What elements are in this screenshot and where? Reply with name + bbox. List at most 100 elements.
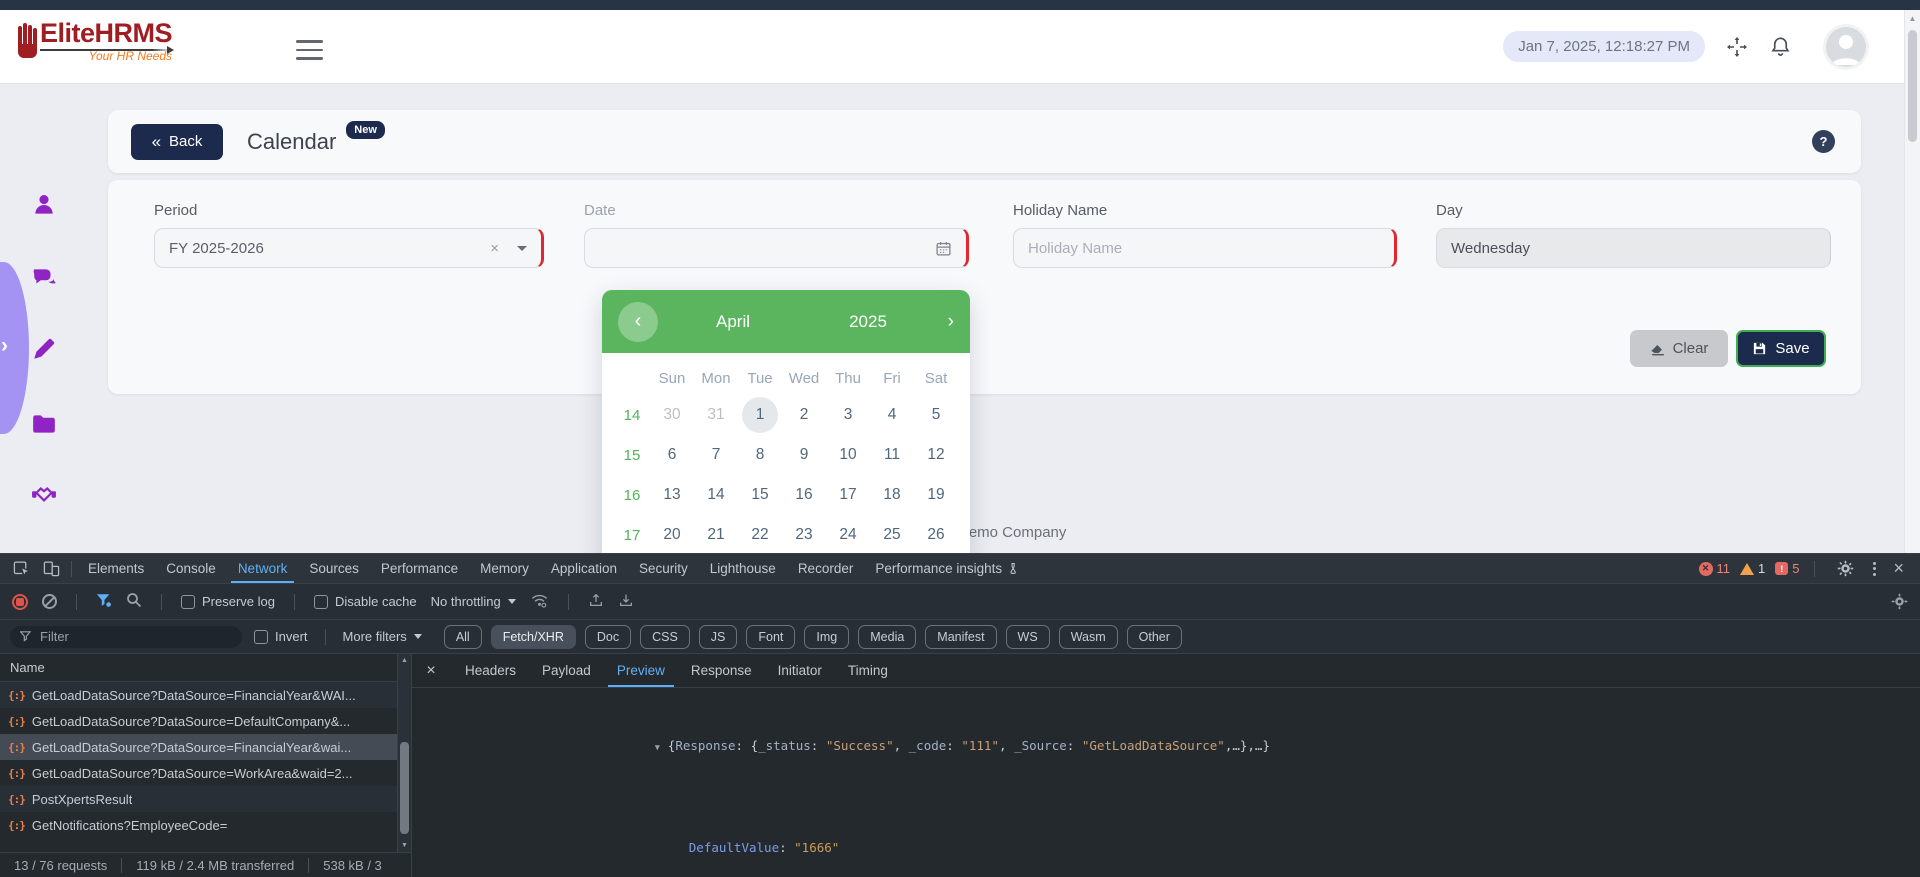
date-input[interactable] [599,240,935,257]
bell-icon[interactable] [1769,35,1792,58]
device-toolbar-icon[interactable] [36,554,66,583]
avatar[interactable] [1826,27,1866,67]
folder-icon[interactable] [31,411,57,437]
pencil-icon[interactable] [31,336,57,362]
import-har-icon[interactable] [588,592,604,611]
expand-arrow-icon[interactable]: ▼ [655,739,668,759]
more-options-icon[interactable] [1870,562,1879,576]
datepicker-day[interactable]: 7 [694,435,738,475]
scroll-up-icon[interactable]: ▲ [1905,14,1920,23]
sidebar-expander[interactable]: › [0,262,29,434]
filter-chip[interactable]: Other [1127,625,1182,649]
filter-input[interactable] [40,629,232,644]
warning-badge[interactable]: 1 [1740,561,1765,576]
request-row[interactable]: {:} GetLoadDataSource?DataSource=Financi… [0,734,411,760]
devtools-tab[interactable]: Memory [469,554,540,583]
next-month-button[interactable]: › [928,311,954,333]
filter-input-box[interactable] [10,626,242,648]
devtools-tab[interactable]: Network [227,554,299,583]
datepicker-day[interactable]: 14 [694,475,738,515]
request-row[interactable]: {:} PostXpertsResult [0,786,411,812]
clear-button[interactable]: Clear [1630,330,1728,367]
datepicker-day[interactable]: 12 [914,435,958,475]
datepicker-month[interactable]: April [658,312,808,332]
datepicker-day[interactable]: 23 [782,515,826,555]
detail-tab[interactable]: Timing [835,654,901,687]
devtools-tab[interactable]: Performance insights [864,554,1032,583]
filter-chip[interactable]: WS [1006,625,1050,649]
settings-gear-icon[interactable] [1830,560,1860,577]
filter-funnel-icon[interactable] [96,593,112,611]
request-row[interactable]: {:} GetLoadDataSource?DataSource=WorkAre… [0,760,411,786]
more-filters-dropdown[interactable]: More filters [343,629,422,644]
datepicker-day[interactable]: 31 [694,395,738,435]
datepicker-day[interactable]: 20 [650,515,694,555]
close-devtools-icon[interactable]: × [1889,558,1908,579]
filter-chip[interactable]: Media [858,625,916,649]
close-detail-icon[interactable]: × [418,654,444,687]
request-row[interactable]: {:} GetNotifications?EmployeeCode= [0,812,411,838]
datepicker-day[interactable]: 3 [826,395,870,435]
filter-chip[interactable]: All [444,625,482,649]
devtools-tab[interactable]: Application [540,554,628,583]
handshake-icon[interactable] [31,482,57,508]
datepicker-day[interactable]: 6 [650,435,694,475]
help-button[interactable]: ? [1812,130,1835,153]
datepicker-day[interactable]: 17 [826,475,870,515]
back-button[interactable]: « Back [131,124,223,160]
devtools-tab[interactable]: Console [155,554,227,583]
error-badge[interactable]: ✕11 [1699,561,1731,576]
datepicker-day[interactable]: 1 [742,397,778,433]
datepicker-day[interactable]: 15 [738,475,782,515]
detail-tab[interactable]: Initiator [765,654,835,687]
json-line[interactable]: ▼{Response: {_status: "Success", _code: … [426,696,1920,798]
datepicker-day[interactable]: 26 [914,515,958,555]
user-icon[interactable] [31,192,57,218]
period-select[interactable]: FY 2025-2026 × [154,228,544,268]
preserve-log-checkbox[interactable]: Preserve log [181,594,275,609]
search-icon[interactable] [126,592,142,611]
chat-icon[interactable] [31,264,57,290]
request-row[interactable]: {:} GetLoadDataSource?DataSource=Default… [0,708,411,734]
filter-chip[interactable]: CSS [640,625,690,649]
datepicker-day[interactable]: 18 [870,475,914,515]
network-settings-gear-icon[interactable] [1891,593,1908,610]
scrollbar-thumb[interactable] [400,742,409,834]
datepicker-day[interactable]: 11 [870,435,914,475]
fullscreen-move-icon[interactable] [1725,35,1749,59]
save-button[interactable]: Save [1736,330,1826,367]
detail-tab[interactable]: Response [678,654,765,687]
detail-tab[interactable]: Headers [452,654,529,687]
devtools-tab[interactable]: Security [628,554,699,583]
clear-network-log-icon[interactable] [42,594,57,609]
inspect-element-icon[interactable] [6,554,36,583]
network-conditions-icon[interactable] [530,592,549,611]
datepicker-day[interactable]: 9 [782,435,826,475]
disable-cache-checkbox[interactable]: Disable cache [314,594,417,609]
datepicker-year[interactable]: 2025 [808,312,928,332]
request-row[interactable]: {:} GetLoadDataSource?DataSource=Financi… [0,682,411,708]
devtools-tab[interactable]: Recorder [787,554,865,583]
filter-chip[interactable]: Fetch/XHR [491,625,576,649]
datepicker-day[interactable]: 8 [738,435,782,475]
datepicker-day[interactable]: 13 [650,475,694,515]
datepicker-day[interactable]: 2 [782,395,826,435]
devtools-tab[interactable]: Elements [77,554,155,583]
page-scrollbar[interactable]: ▲ [1904,10,1920,553]
devtools-tab[interactable]: Performance [370,554,469,583]
holiday-input[interactable] [1028,240,1380,257]
filter-chip[interactable]: Wasm [1059,625,1118,649]
prev-month-button[interactable]: ‹ [618,302,658,342]
holiday-input-box[interactable] [1013,228,1397,268]
datepicker-day[interactable]: 5 [914,395,958,435]
datepicker-day[interactable]: 19 [914,475,958,515]
datepicker-day[interactable]: 25 [870,515,914,555]
datepicker-day[interactable]: 30 [650,395,694,435]
record-network-log-button[interactable] [12,594,28,610]
chevron-down-icon[interactable] [517,246,527,251]
request-list-header[interactable]: Name [0,654,411,682]
datepicker-day[interactable]: 4 [870,395,914,435]
invert-checkbox[interactable]: Invert [254,629,308,644]
devtools-tab[interactable]: Lighthouse [699,554,787,583]
devtools-tab[interactable]: Sources [298,554,370,583]
